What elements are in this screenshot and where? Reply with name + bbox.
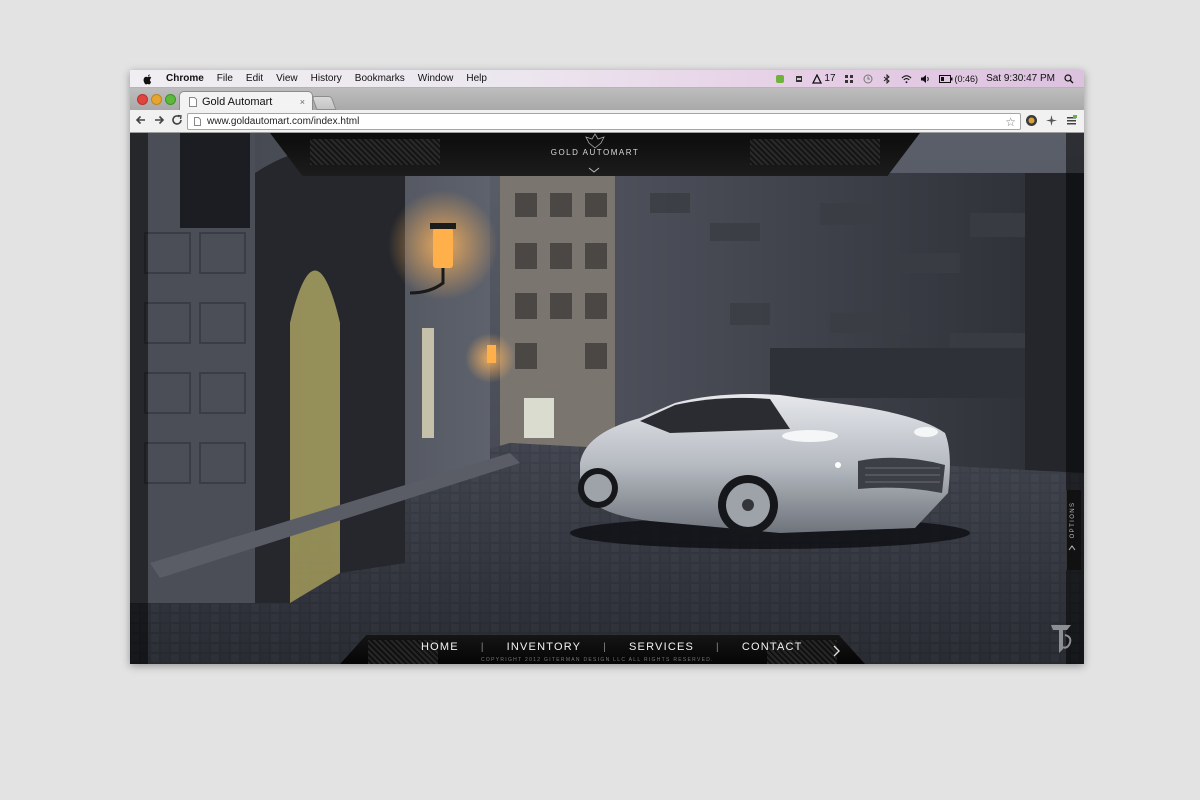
- robot-icon[interactable]: [793, 73, 804, 84]
- nav-contact[interactable]: CONTACT: [742, 641, 803, 653]
- address-bar[interactable]: www.goldautomart.com/index.html ☆: [187, 113, 1021, 130]
- nav-home[interactable]: HOME: [421, 641, 459, 653]
- notification-count: 17: [824, 73, 836, 84]
- back-button[interactable]: [134, 114, 148, 128]
- nav-separator: |: [480, 641, 485, 653]
- menu-view[interactable]: View: [276, 73, 298, 84]
- copyright-text: COPYRIGHT 2012 GITERMAN DESIGN LLC ALL R…: [481, 657, 714, 663]
- apple-icon[interactable]: [142, 73, 154, 85]
- chevron-right-icon[interactable]: [833, 645, 841, 660]
- extension-circle-icon[interactable]: [1025, 114, 1038, 127]
- page-icon: [194, 117, 201, 126]
- chevron-up-icon[interactable]: [1068, 544, 1076, 553]
- menu-bookmarks[interactable]: Bookmarks: [355, 73, 405, 84]
- website-viewport: GOLD AUTOMART HOME | INVENTORY | SERVICE…: [130, 133, 1084, 664]
- evernote-icon[interactable]: [774, 73, 785, 84]
- adobe-icon[interactable]: 17: [812, 73, 836, 84]
- status-area: 17 (0:46) Sat 9:30:47 PM: [774, 73, 1084, 84]
- menu-edit[interactable]: Edit: [246, 73, 263, 84]
- extension-sparkle-icon[interactable]: [1045, 114, 1058, 127]
- battery-status[interactable]: (0:46): [938, 73, 979, 84]
- time-machine-icon[interactable]: [863, 73, 874, 84]
- dropbox-icon[interactable]: [844, 73, 855, 84]
- window-minimize-button[interactable]: [151, 94, 162, 105]
- forward-arrow-icon: [155, 115, 165, 125]
- window-close-button[interactable]: [137, 94, 148, 105]
- browser-tab-bar: Gold Automart ×: [130, 88, 1084, 111]
- site-logo[interactable]: GOLD AUTOMART: [270, 148, 920, 157]
- options-label[interactable]: OPTIONS: [1070, 498, 1076, 542]
- clock[interactable]: Sat 9:30:47 PM: [986, 73, 1055, 84]
- back-arrow-icon: [135, 115, 145, 125]
- tab-title: Gold Automart: [202, 95, 273, 108]
- tab-gold-automart[interactable]: Gold Automart ×: [179, 91, 313, 111]
- main-nav: HOME | INVENTORY | SERVICES | CONTACT: [421, 641, 803, 653]
- battery-icon: [938, 74, 953, 83]
- menu-help[interactable]: Help: [466, 73, 487, 84]
- logo-emblem-icon: [585, 133, 605, 149]
- bookmark-star-icon[interactable]: ☆: [1005, 115, 1016, 129]
- nav-services[interactable]: SERVICES: [629, 641, 694, 653]
- new-tab-button[interactable]: [311, 96, 337, 110]
- logo-bar: GOLD AUTOMART: [270, 133, 920, 176]
- hero-background-image: [130, 133, 1084, 664]
- chevron-down-icon[interactable]: [588, 165, 600, 175]
- battery-time: (0:46): [954, 73, 979, 84]
- reload-button[interactable]: [170, 114, 184, 128]
- wifi-icon[interactable]: [901, 73, 912, 84]
- window-zoom-button[interactable]: [165, 94, 176, 105]
- nav-separator: |: [716, 641, 720, 653]
- bluetooth-icon[interactable]: [882, 73, 893, 84]
- nav-separator: |: [603, 641, 608, 653]
- volume-icon[interactable]: [920, 73, 931, 84]
- tab-close-icon[interactable]: ×: [300, 97, 305, 107]
- screen: Chrome File Edit View History Bookmarks …: [130, 70, 1084, 664]
- reload-icon: [172, 114, 182, 125]
- spotlight-search-icon[interactable]: [1063, 73, 1074, 84]
- forward-button[interactable]: [152, 114, 166, 128]
- menu-app-chrome[interactable]: Chrome: [166, 73, 204, 84]
- browser-toolbar: www.goldautomart.com/index.html ☆: [130, 110, 1084, 133]
- url-text[interactable]: www.goldautomart.com/index.html: [207, 116, 359, 127]
- wrench-menu-icon[interactable]: [1065, 114, 1078, 127]
- giterman-logo-icon[interactable]: [1047, 621, 1075, 655]
- menu-file[interactable]: File: [217, 73, 233, 84]
- menu-window[interactable]: Window: [418, 73, 454, 84]
- menu-history[interactable]: History: [311, 73, 342, 84]
- nav-inventory[interactable]: INVENTORY: [507, 641, 582, 653]
- mac-menubar: Chrome File Edit View History Bookmarks …: [130, 70, 1084, 88]
- page-icon: [189, 96, 197, 107]
